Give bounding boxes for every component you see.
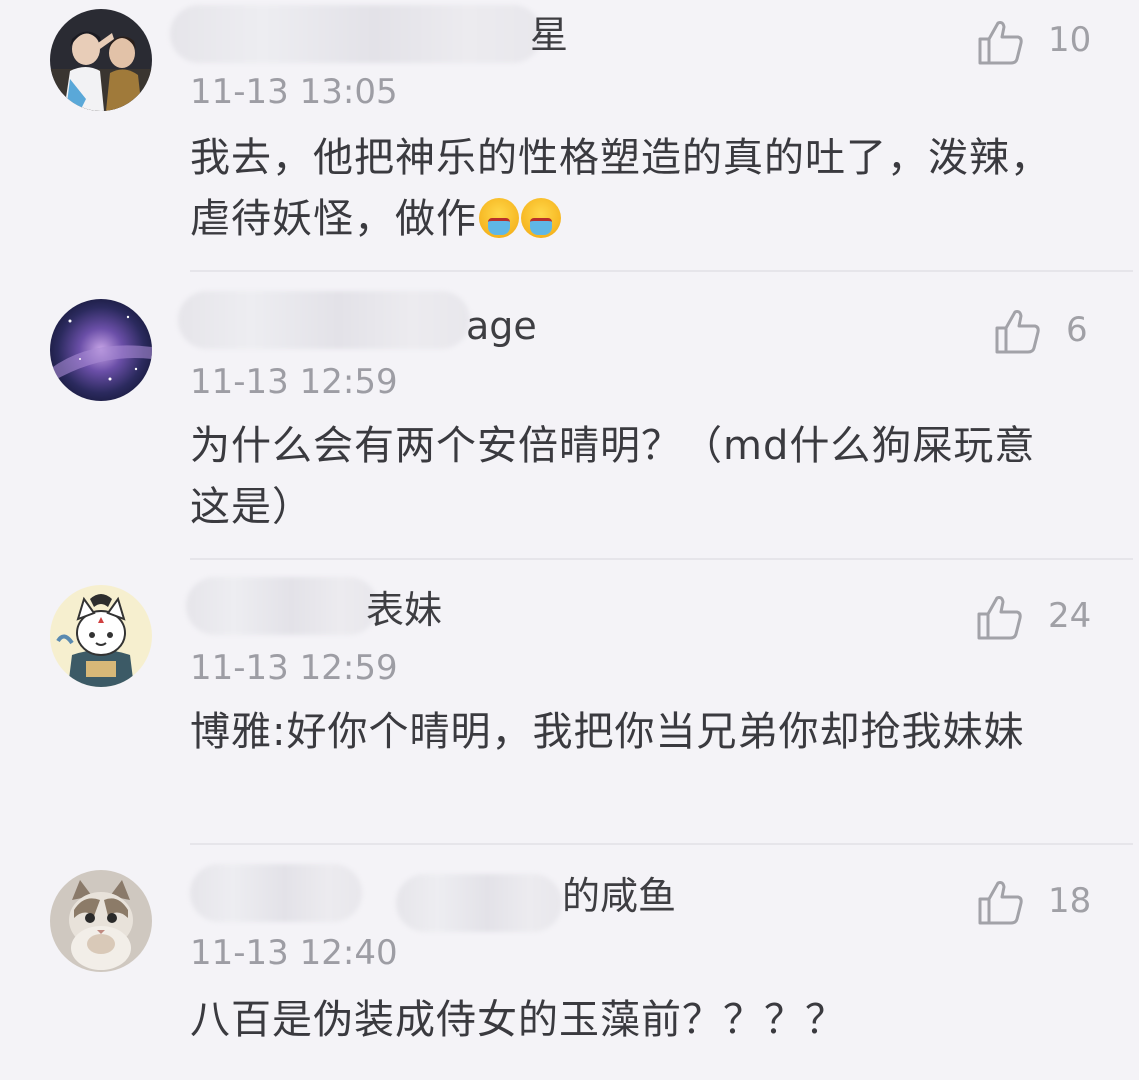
username[interactable]: 星	[530, 15, 568, 55]
avatar[interactable]	[50, 870, 152, 972]
avatar[interactable]	[50, 585, 152, 687]
divider	[190, 270, 1133, 272]
comment-item: 星 11-13 13:05 我去，他把神乐的性格塑造的真的吐了，泼辣，虐待妖怪，…	[0, 0, 1139, 272]
vomit-emoji-icon	[479, 198, 519, 238]
thumbs-up-icon[interactable]	[993, 306, 1043, 356]
thumbs-up-icon[interactable]	[976, 877, 1026, 927]
comment-text: 八百是伪装成侍女的玉藻前？？？？	[190, 997, 846, 1043]
redacted-username	[170, 5, 542, 63]
avatar-cartoon-character-icon	[50, 585, 152, 687]
username[interactable]: age	[466, 306, 537, 346]
avatar-galaxy-icon	[50, 299, 152, 401]
thumbs-up-icon[interactable]	[975, 592, 1025, 642]
like-count: 6	[1066, 310, 1088, 350]
vomit-emoji-icon	[521, 198, 561, 238]
avatar-anime-couple-icon	[50, 9, 152, 111]
username[interactable]: 表妹	[366, 590, 442, 630]
redacted-username	[178, 291, 470, 349]
redacted-username	[186, 577, 378, 635]
avatar[interactable]	[50, 299, 152, 401]
comment-text: 博雅:好你个晴明，我把你当兄弟你却抢我妹妹	[190, 709, 1025, 755]
like-count: 24	[1048, 596, 1092, 636]
redacted-username	[190, 864, 362, 922]
timestamp: 11-13 13:05	[190, 72, 398, 112]
comment-text: 我去，他把神乐的性格塑造的真的吐了，泼辣，虐待妖怪，做作	[190, 128, 1060, 250]
comment-body: 我去，他把神乐的性格塑造的真的吐了，泼辣，虐待妖怪，做作	[190, 135, 1051, 242]
like-count: 18	[1048, 881, 1092, 921]
comment-text: 为什么会有两个安倍晴明？（md什么狗屎玩意这是）	[190, 423, 1036, 530]
divider	[190, 558, 1133, 560]
avatar[interactable]	[50, 9, 152, 111]
avatar-cat-icon	[50, 870, 152, 972]
timestamp: 11-13 12:40	[190, 933, 398, 973]
timestamp: 11-13 12:59	[190, 362, 398, 402]
thumbs-up-icon[interactable]	[976, 17, 1026, 67]
redacted-username	[396, 874, 562, 932]
like-count: 10	[1048, 20, 1092, 60]
divider	[190, 843, 1133, 845]
username[interactable]: 的咸鱼	[562, 876, 676, 916]
timestamp: 11-13 12:59	[190, 648, 398, 688]
